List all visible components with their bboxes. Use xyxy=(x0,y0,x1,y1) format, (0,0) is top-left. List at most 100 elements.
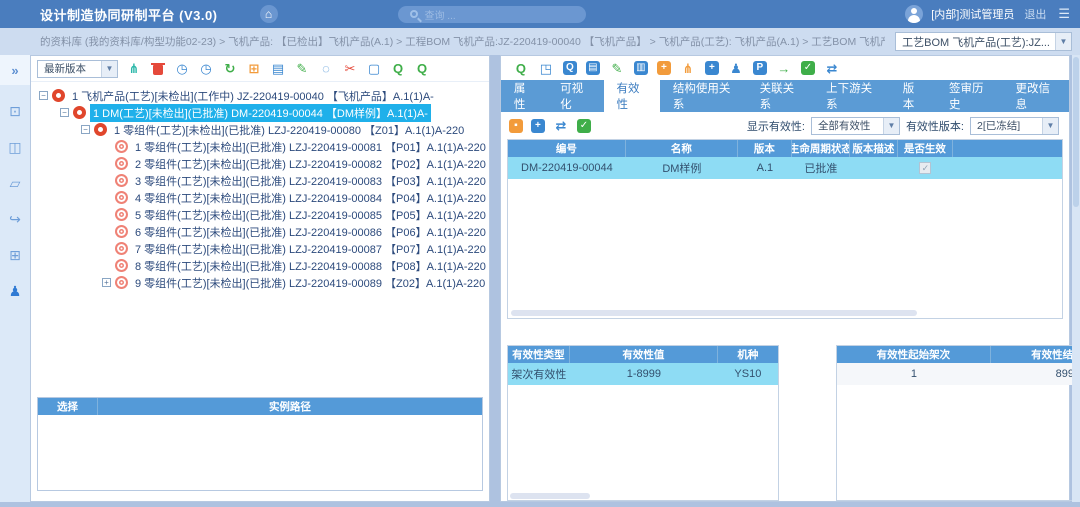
add-icon[interactable]: + xyxy=(531,119,545,133)
expand-toggle-icon[interactable]: + xyxy=(102,278,111,287)
tree-node[interactable]: 7 零组件(工艺)[未检出](已批准) LZJ-220419-00087 【P0… xyxy=(31,240,489,257)
tree-node[interactable]: 2 零组件(工艺)[未检出](已批准) LZJ-220419-00082 【P0… xyxy=(31,155,489,172)
delete-icon[interactable] xyxy=(150,61,166,77)
collapse-toggle-icon[interactable]: − xyxy=(60,108,69,117)
menu-icon[interactable]: ☰ xyxy=(1058,6,1070,22)
tree-node[interactable]: 3 零组件(工艺)[未检出](已批准) LZJ-220419-00083 【P0… xyxy=(31,172,489,189)
tree-node[interactable]: 5 零组件(工艺)[未检出](已批准) LZJ-220419-00085 【P0… xyxy=(31,206,489,223)
tree-node[interactable]: −1 零组件(工艺)[未检出](已批准) LZJ-220419-00080 【Z… xyxy=(31,121,489,138)
copy-add-icon[interactable]: ◳ xyxy=(538,60,554,76)
tab-属性[interactable]: 属性 xyxy=(501,80,547,112)
column-header[interactable]: 编号 xyxy=(508,140,626,157)
column-header[interactable]: 实例路径 xyxy=(98,398,482,415)
search-icon[interactable]: Q xyxy=(513,60,529,76)
column-header[interactable] xyxy=(953,140,1062,157)
add-document-icon[interactable]: + xyxy=(705,61,719,75)
file-history-alt-icon[interactable]: ◷ xyxy=(198,61,214,77)
folder-icon[interactable]: ▤ xyxy=(270,61,286,77)
collapse-sidebar-icon[interactable]: » xyxy=(0,55,30,85)
file-history-icon[interactable]: ◷ xyxy=(174,61,190,77)
refresh-icon[interactable]: ↻ xyxy=(222,61,238,77)
marquee-select-icon[interactable]: ▢ xyxy=(366,61,382,77)
clipboard-icon[interactable]: ▥ xyxy=(634,61,648,75)
breadcrumb[interactable]: 的资料库 (我的资料库/构型功能02-23) > 飞机产品: 【已检出】飞机产品… xyxy=(40,34,885,49)
horizontal-scrollbar[interactable] xyxy=(510,493,590,499)
table-cell: DM样例 xyxy=(626,157,738,179)
column-header[interactable]: 有效性结束架次 xyxy=(991,346,1080,363)
tree-node[interactable]: 4 零组件(工艺)[未检出](已批准) LZJ-220419-00084 【P0… xyxy=(31,189,489,206)
open-window-icon[interactable]: ⊞ xyxy=(246,61,262,77)
chevron-down-icon[interactable]: ▼ xyxy=(1055,33,1071,50)
structure-tree-icon[interactable]: ⋔ xyxy=(680,60,696,76)
swap-icon[interactable]: ⇄ xyxy=(824,60,840,76)
tab-关联关系[interactable]: 关联关系 xyxy=(747,80,814,112)
plugin-icon[interactable]: ↪ xyxy=(0,201,30,237)
save-add-icon[interactable]: + xyxy=(657,61,671,75)
column-header[interactable]: 版本描述 xyxy=(850,140,898,157)
select-circle-icon[interactable]: ◌ xyxy=(318,61,334,77)
table-row[interactable]: 18999 xyxy=(837,363,1080,385)
screen-user-icon[interactable]: ⊞ xyxy=(0,237,30,273)
column-header[interactable]: 版本 xyxy=(738,140,792,157)
column-header[interactable]: 名称 xyxy=(626,140,738,157)
users-icon[interactable]: ♟ xyxy=(728,60,744,76)
checkbox-checked[interactable]: ✓ xyxy=(919,162,931,174)
edit-document-icon[interactable]: ✎ xyxy=(609,60,625,76)
column-header[interactable]: 有效性起始架次 xyxy=(837,346,991,363)
horizontal-scrollbar[interactable] xyxy=(509,309,1058,317)
column-header[interactable]: 选择 xyxy=(38,398,98,415)
tree-node[interactable]: 6 零组件(工艺)[未检出](已批准) LZJ-220419-00086 【P0… xyxy=(31,223,489,240)
tree-node[interactable]: +9 零组件(工艺)[未检出](已批准) LZJ-220419-00089 【Z… xyxy=(31,274,489,291)
filter-select[interactable]: 全部有效性▼ xyxy=(811,117,900,135)
column-header[interactable]: 有效性类型 xyxy=(508,346,570,363)
tab-结构使用关系[interactable]: 结构使用关系 xyxy=(660,80,747,112)
collapse-toggle-icon[interactable]: − xyxy=(81,125,90,134)
tree-node[interactable]: −1 DM(工艺)[未检出](已批准) DM-220419-00044 【DM样… xyxy=(31,104,489,121)
edit-icon[interactable]: ✎ xyxy=(294,61,310,77)
tab-签审历史[interactable]: 签审历史 xyxy=(936,80,1003,112)
column-header[interactable]: 机种 xyxy=(718,346,778,363)
cube-3d-icon[interactable]: ◫ xyxy=(0,129,30,165)
column-header[interactable]: 生命周期状态 xyxy=(792,140,850,157)
paste-add-icon[interactable]: ▤ xyxy=(586,61,600,75)
process-p-icon[interactable]: P xyxy=(753,61,767,75)
transfer-icon[interactable]: ⇄ xyxy=(553,118,569,134)
search-plus-icon[interactable]: Q xyxy=(414,61,430,77)
tree-node[interactable]: −1 飞机产品(工艺)[未检出](工作中) JZ-220419-00040 【飞… xyxy=(31,87,489,104)
cut-icon[interactable]: ✂ xyxy=(342,61,358,77)
monitor-icon[interactable]: ⊡ xyxy=(0,93,30,129)
context-select[interactable]: 工艺BOM 飞机产品(工艺):JZ... ▼ xyxy=(895,32,1072,51)
user-settings-icon[interactable]: ♟ xyxy=(0,273,30,309)
table-row[interactable]: 架次有效性1-8999YS10 xyxy=(508,363,778,385)
forward-arrow-icon[interactable]: → xyxy=(776,60,792,76)
search-icon[interactable]: Q xyxy=(390,61,406,77)
save-icon[interactable]: ▪ xyxy=(509,119,523,133)
tree-node[interactable]: 1 零组件(工艺)[未检出](已批准) LZJ-220419-00081 【P0… xyxy=(31,138,489,155)
part-leaf-icon xyxy=(115,208,128,221)
tab-可视化[interactable]: 可视化 xyxy=(547,80,603,112)
tab-上下游关系[interactable]: 上下游关系 xyxy=(813,80,890,112)
tab-版本[interactable]: 版本 xyxy=(890,80,936,112)
column-header[interactable]: 是否生效 xyxy=(898,140,953,157)
vertical-scrollbar[interactable] xyxy=(1072,55,1080,502)
tab-有效性[interactable]: 有效性 xyxy=(604,80,660,112)
validate-icon[interactable]: ✓ xyxy=(801,61,815,75)
chevron-down-icon[interactable]: ▼ xyxy=(883,118,899,134)
validate-icon[interactable]: ✓ xyxy=(577,119,591,133)
user-avatar-icon[interactable] xyxy=(905,5,923,23)
global-search-input[interactable]: 查询 ... xyxy=(398,6,586,23)
tab-更改信息[interactable]: 更改信息 xyxy=(1003,80,1070,112)
chevron-down-icon[interactable]: ▼ xyxy=(1042,118,1058,134)
table-row[interactable]: DM-220419-00044DM样例A.1已批准✓ xyxy=(508,157,1062,179)
version-select[interactable]: 最新版本 ▼ xyxy=(37,60,118,78)
compare-structure-icon[interactable]: ⋔ xyxy=(126,61,142,77)
column-header[interactable]: 有效性值 xyxy=(570,346,718,363)
filter-select[interactable]: 2[已冻结]▼ xyxy=(970,117,1059,135)
home-icon[interactable]: ⌂ xyxy=(260,5,278,23)
tree-node[interactable]: 8 零组件(工艺)[未检出](已批准) LZJ-220419-00088 【P0… xyxy=(31,257,489,274)
collapse-toggle-icon[interactable]: − xyxy=(39,91,48,100)
preview-search-icon[interactable]: Q xyxy=(563,61,577,75)
chevron-down-icon[interactable]: ▼ xyxy=(101,61,117,77)
logout-link[interactable]: 退出 xyxy=(1024,6,1046,22)
layers-icon[interactable]: ▱ xyxy=(0,165,30,201)
